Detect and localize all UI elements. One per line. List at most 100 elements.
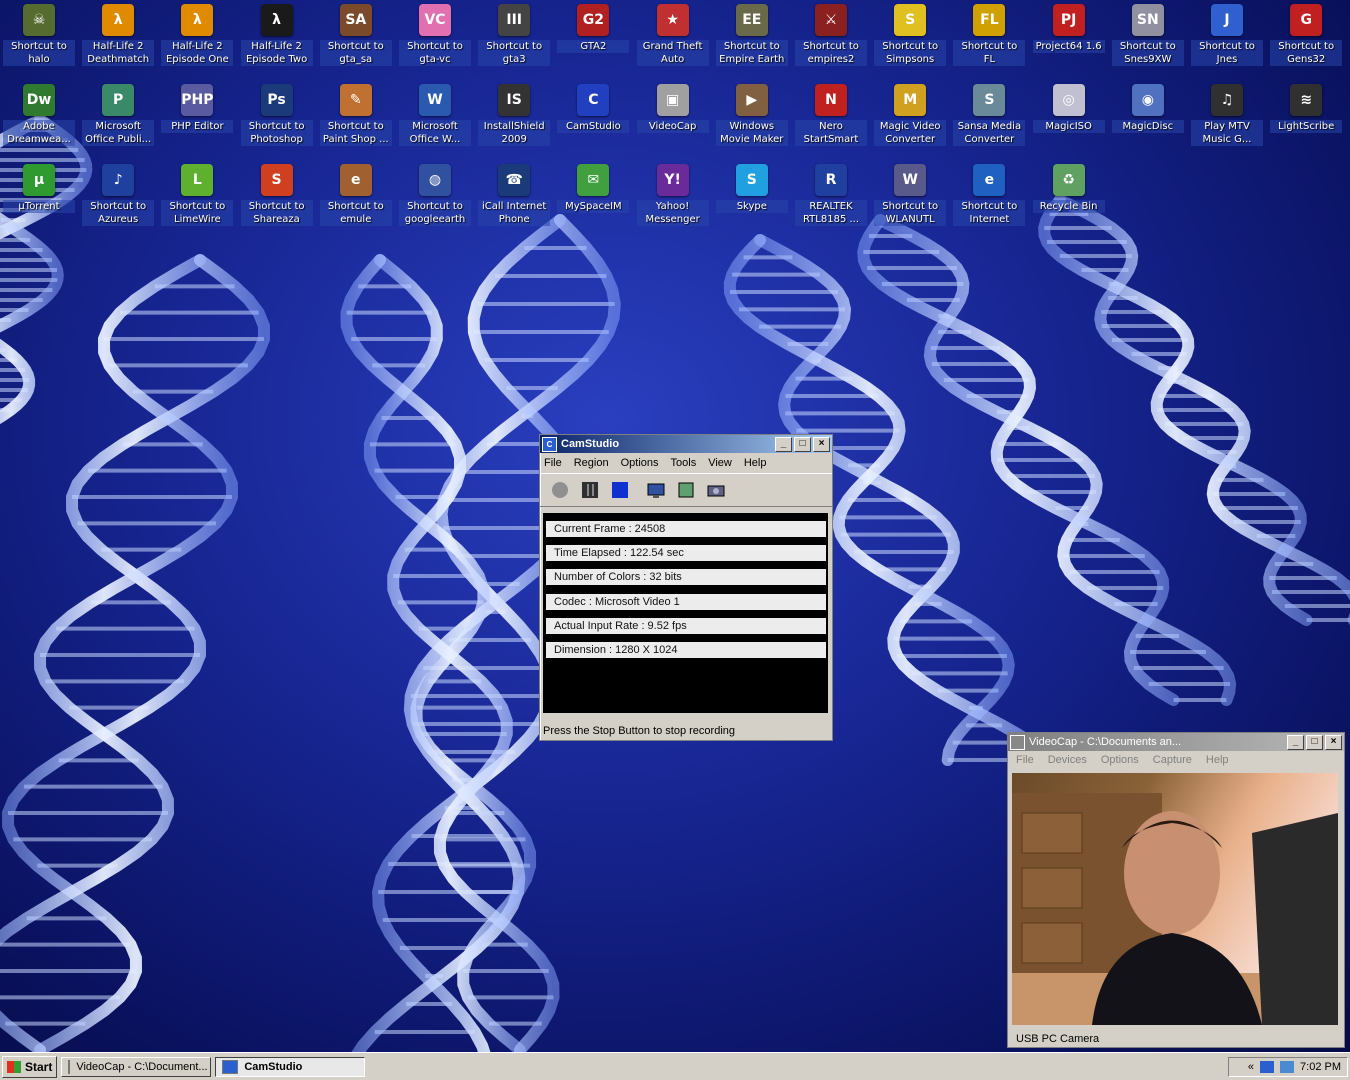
menu-tools[interactable]: Tools <box>671 457 697 469</box>
desktop-icon-label: Project64 1.6 <box>1032 40 1105 53</box>
annotation-button[interactable] <box>676 480 696 500</box>
desktop-icon[interactable]: Ps Shortcut to Photoshop <box>240 84 313 164</box>
desktop-icon[interactable]: S Shortcut to Shareaza <box>240 164 313 244</box>
desktop-icon[interactable]: J Shortcut to Jnes <box>1191 4 1263 84</box>
taskbar-item-camstudio[interactable]: CamStudio <box>215 1056 366 1077</box>
desktop-icon[interactable]: ⚔ Shortcut to empires2 <box>795 4 867 84</box>
videocap-maximize-button[interactable]: □ <box>1306 734 1323 750</box>
desktop-icon[interactable]: C CamStudio <box>557 84 630 164</box>
desktop-icon[interactable]: P Microsoft Office Publi... <box>82 84 155 164</box>
vc-menu-help[interactable]: Help <box>1206 754 1229 766</box>
dna-strand <box>340 254 560 1052</box>
desktop-icon[interactable]: ★ Grand Theft Auto <box>636 4 709 84</box>
videocap-title: VideoCap - C:\Documents an... <box>1029 736 1182 748</box>
desktop-icon[interactable]: ✎ Shortcut to Paint Shop ... <box>319 84 392 164</box>
desktop-icon[interactable]: SN Shortcut to Snes9XW <box>1111 4 1184 84</box>
desktop-icon-label: Play MTV Music G... <box>1191 120 1263 146</box>
close-button[interactable]: × <box>813 436 830 452</box>
desktop-icon[interactable]: G Shortcut to Gens32 <box>1270 4 1343 84</box>
desktop-icon[interactable]: PJ Project64 1.6 <box>1032 4 1105 84</box>
desktop-icon[interactable]: FL Shortcut to FL <box>953 4 1026 84</box>
desktop-icon[interactable]: VC Shortcut to gta-vc <box>399 4 471 84</box>
desktop-icon[interactable]: e Shortcut to Internet <box>953 164 1026 244</box>
desktop-icon[interactable]: Dw Adobe Dreamwea... <box>3 84 75 164</box>
desktop-icon[interactable]: R REALTEK RTL8185 ... <box>795 164 867 244</box>
app-icon: ≋ <box>1290 84 1323 116</box>
desktop-icon[interactable]: ▣ VideoCap <box>636 84 709 164</box>
videocap-task-icon <box>68 1059 71 1074</box>
desktop-icon[interactable]: ✉ MySpaceIM <box>557 164 630 244</box>
desktop-icon[interactable]: PHP PHP Editor <box>161 84 234 164</box>
webcam-scene <box>1012 793 1338 1025</box>
record-button[interactable] <box>550 480 570 500</box>
vc-menu-capture[interactable]: Capture <box>1153 754 1192 766</box>
pause-button[interactable] <box>580 480 600 500</box>
desktop-icon[interactable]: S Sansa Media Converter <box>953 84 1026 164</box>
videocap-close-button[interactable]: × <box>1325 734 1342 750</box>
desktop-icon[interactable]: µ µTorrent <box>3 164 75 244</box>
desktop-icon-label: MySpaceIM <box>557 200 630 213</box>
app-icon: FL <box>973 4 1006 36</box>
desktop-icon[interactable]: EE Shortcut to Empire Earth <box>715 4 788 84</box>
app-icon: µ <box>23 164 55 196</box>
tray-network-icon[interactable] <box>1280 1060 1295 1073</box>
tray-expand-icon[interactable]: « <box>1248 1061 1254 1073</box>
vc-menu-file[interactable]: File <box>1016 754 1034 766</box>
desktop-icon-label: Shortcut to Internet <box>953 200 1026 226</box>
maximize-button[interactable]: □ <box>794 436 811 452</box>
camera-button[interactable] <box>706 480 726 500</box>
desktop-icon[interactable]: SA Shortcut to gta_sa <box>319 4 392 84</box>
desktop-icon[interactable]: λ Half-Life 2 Episode Two <box>240 4 313 84</box>
desktop-icon[interactable]: ≋ LightScribe <box>1270 84 1343 164</box>
desktop-icon-label: Shortcut to gta3 <box>478 40 551 66</box>
taskbar-item-videocap[interactable]: VideoCap - C:\Document... <box>61 1056 212 1077</box>
desktop-icon[interactable]: III Shortcut to gta3 <box>478 4 551 84</box>
menu-file[interactable]: File <box>544 457 562 469</box>
clock[interactable]: 7:02 PM <box>1300 1061 1341 1073</box>
minimize-button[interactable]: _ <box>775 436 792 452</box>
vc-menu-options[interactable]: Options <box>1101 754 1139 766</box>
camstudio-window[interactable]: C CamStudio _ □ × File Region Options To… <box>539 434 833 741</box>
menu-options[interactable]: Options <box>621 457 659 469</box>
desktop-icon-label: Recycle Bin <box>1032 200 1105 213</box>
desktop-icon[interactable]: S Shortcut to Simpsons <box>874 4 947 84</box>
desktop-icon[interactable]: G2 GTA2 <box>557 4 630 84</box>
desktop-icon[interactable]: ♻ Recycle Bin <box>1032 164 1105 244</box>
camstudio-titlebar[interactable]: C CamStudio _ □ × <box>540 435 832 453</box>
desktop-icon[interactable]: L Shortcut to LimeWire <box>161 164 234 244</box>
desktop-icon-label: MagicISO <box>1032 120 1105 133</box>
desktop-icon[interactable]: λ Half-Life 2 Episode One <box>161 4 234 84</box>
menu-help[interactable]: Help <box>744 457 767 469</box>
desktop-icon[interactable]: ♪ Shortcut to Azureus <box>82 164 155 244</box>
desktop-icon[interactable]: ◉ MagicDisc <box>1111 84 1184 164</box>
vc-menu-devices[interactable]: Devices <box>1048 754 1087 766</box>
desktop-icon[interactable]: ▶ Windows Movie Maker <box>715 84 788 164</box>
tray-camstudio-icon[interactable] <box>1260 1060 1275 1073</box>
desktop-icon[interactable]: W Microsoft Office W... <box>399 84 471 164</box>
desktop-icon[interactable]: λ Half-Life 2 Deathmatch <box>82 4 155 84</box>
start-button[interactable]: Start <box>2 1055 58 1078</box>
desktop-icon[interactable]: e Shortcut to emule <box>319 164 392 244</box>
menu-view[interactable]: View <box>708 457 732 469</box>
desktop-icon[interactable]: ☎ iCall Internet Phone <box>478 164 551 244</box>
desktop-icon-label: Shortcut to Gens32 <box>1270 40 1343 66</box>
videocap-minimize-button[interactable]: _ <box>1287 734 1304 750</box>
videocap-titlebar[interactable]: VideoCap - C:\Documents an... _ □ × <box>1008 733 1344 751</box>
desktop-icon-label: Yahoo! Messenger <box>636 200 709 226</box>
desktop-icon[interactable]: S Skype <box>715 164 788 244</box>
stop-button[interactable] <box>610 480 630 500</box>
desktop-icon[interactable]: N Nero StartSmart <box>795 84 867 164</box>
desktop-icon[interactable]: Y! Yahoo! Messenger <box>636 164 709 244</box>
desktop-icon[interactable]: IS InstallShield 2009 <box>478 84 551 164</box>
desktop-icon[interactable]: ◍ Shortcut to googleearth <box>399 164 471 244</box>
stat-dimension: Dimension : 1280 X 1024 <box>546 642 826 658</box>
desktop-icon[interactable]: ☠ Shortcut to halo <box>3 4 75 84</box>
desktop-icon[interactable]: ◎ MagicISO <box>1032 84 1105 164</box>
menu-region[interactable]: Region <box>574 457 609 469</box>
desktop-icon[interactable]: M Magic Video Converter <box>874 84 947 164</box>
region-button[interactable] <box>646 480 666 500</box>
videocap-window[interactable]: VideoCap - C:\Documents an... _ □ × File… <box>1007 732 1345 1048</box>
desktop-icon-label: InstallShield 2009 <box>478 120 551 146</box>
desktop-icon[interactable]: W Shortcut to WLANUTL <box>874 164 947 244</box>
desktop-icon[interactable]: ♫ Play MTV Music G... <box>1191 84 1263 164</box>
